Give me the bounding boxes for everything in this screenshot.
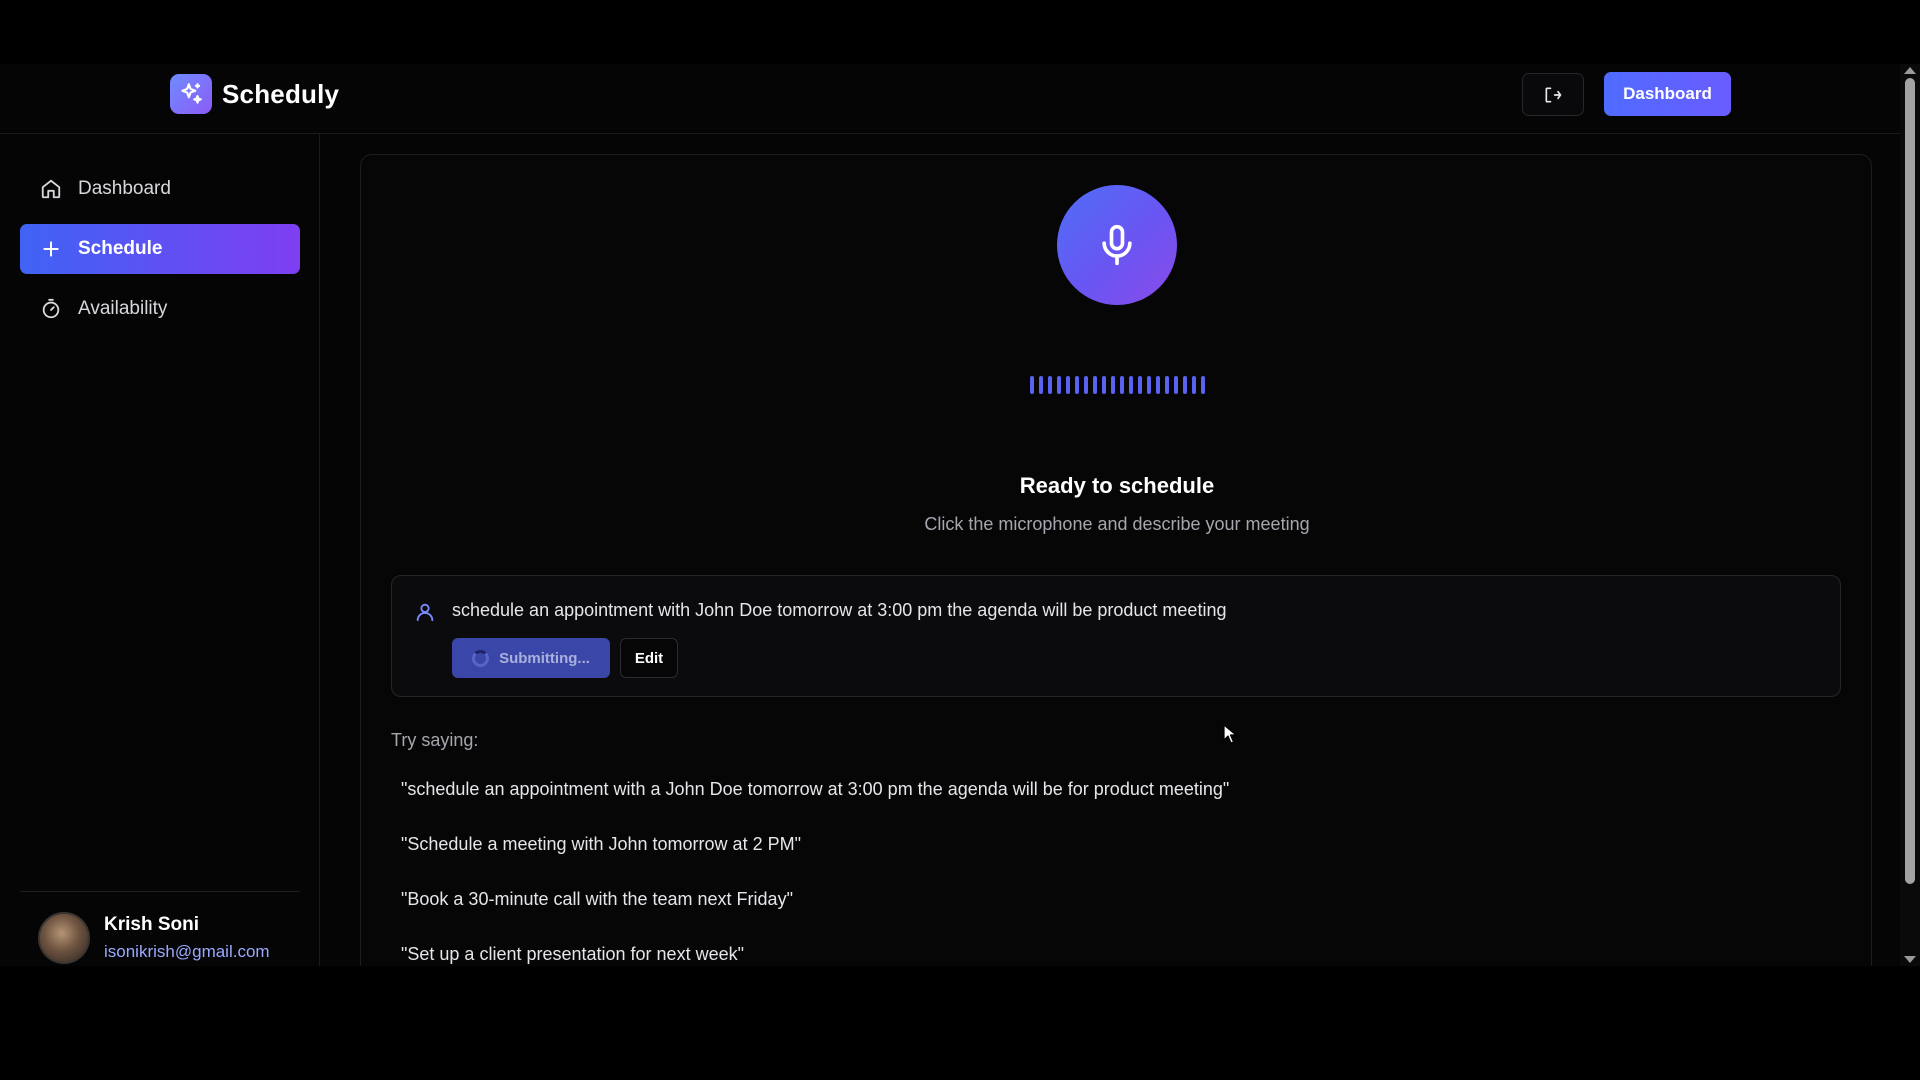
voice-schedule-card: Ready to schedule Click the microphone a… [360, 154, 1872, 966]
suggestion-item[interactable]: "schedule an appointment with a John Doe… [401, 779, 1229, 800]
audio-waveform [1017, 376, 1217, 394]
sidebar-item-label: Schedule [78, 238, 163, 259]
user-name: Krish Soni [104, 914, 200, 935]
sidebar-item-availability[interactable]: Availability [20, 284, 300, 334]
mouse-cursor-icon [1223, 724, 1237, 749]
sparkles-icon [170, 74, 212, 114]
sidebar-item-dashboard[interactable]: Dashboard [20, 164, 300, 214]
user-email: isonikrish@gmail.com [104, 942, 270, 961]
logout-icon [1545, 87, 1562, 102]
scroll-down-arrow-icon[interactable] [1904, 956, 1916, 963]
submit-button[interactable]: Submitting... [452, 638, 610, 678]
suggestion-item[interactable]: "Book a 30-minute call with the team nex… [401, 889, 793, 910]
sidebar: Dashboard Schedule Availability Krish So… [0, 134, 320, 966]
vertical-scrollbar[interactable] [1900, 64, 1920, 966]
app-name: Scheduly [222, 78, 340, 109]
app-window: Scheduly Dashboard Dashboard Schedule Av… [0, 64, 1920, 966]
sidebar-item-schedule[interactable]: Schedule [20, 224, 300, 274]
home-icon [40, 178, 62, 200]
avatar [38, 912, 90, 964]
submit-label: Submitting... [499, 649, 590, 667]
spinner-icon [472, 649, 490, 667]
scrollbar-thumb[interactable] [1905, 78, 1915, 884]
try-saying-label: Try saying: [391, 730, 479, 750]
sidebar-divider [20, 891, 300, 892]
logo[interactable]: Scheduly [170, 74, 339, 114]
suggestion-item[interactable]: "Set up a client presentation for next w… [401, 944, 744, 965]
timer-icon [40, 298, 62, 320]
plus-icon [40, 238, 62, 260]
user-icon [414, 600, 436, 629]
sidebar-item-label: Availability [78, 298, 168, 319]
transcript-text: schedule an appointment with John Doe to… [452, 600, 1227, 620]
status-subtitle: Click the microphone and describe your m… [924, 514, 1310, 534]
edit-button[interactable]: Edit [620, 638, 678, 678]
scroll-up-arrow-icon[interactable] [1904, 67, 1916, 74]
logout-button[interactable] [1522, 73, 1584, 116]
suggestion-item[interactable]: "Schedule a meeting with John tomorrow a… [401, 834, 801, 855]
microphone-icon [1102, 224, 1132, 266]
status-title: Ready to schedule [1019, 473, 1215, 498]
transcript-box: schedule an appointment with John Doe to… [391, 575, 1841, 697]
dashboard-button[interactable]: Dashboard [1604, 72, 1731, 116]
user-profile[interactable]: Krish Soni isonikrish@gmail.com [38, 912, 270, 964]
sidebar-item-label: Dashboard [78, 178, 171, 199]
top-header: Scheduly Dashboard [0, 64, 1900, 134]
microphone-button[interactable] [1057, 185, 1177, 305]
